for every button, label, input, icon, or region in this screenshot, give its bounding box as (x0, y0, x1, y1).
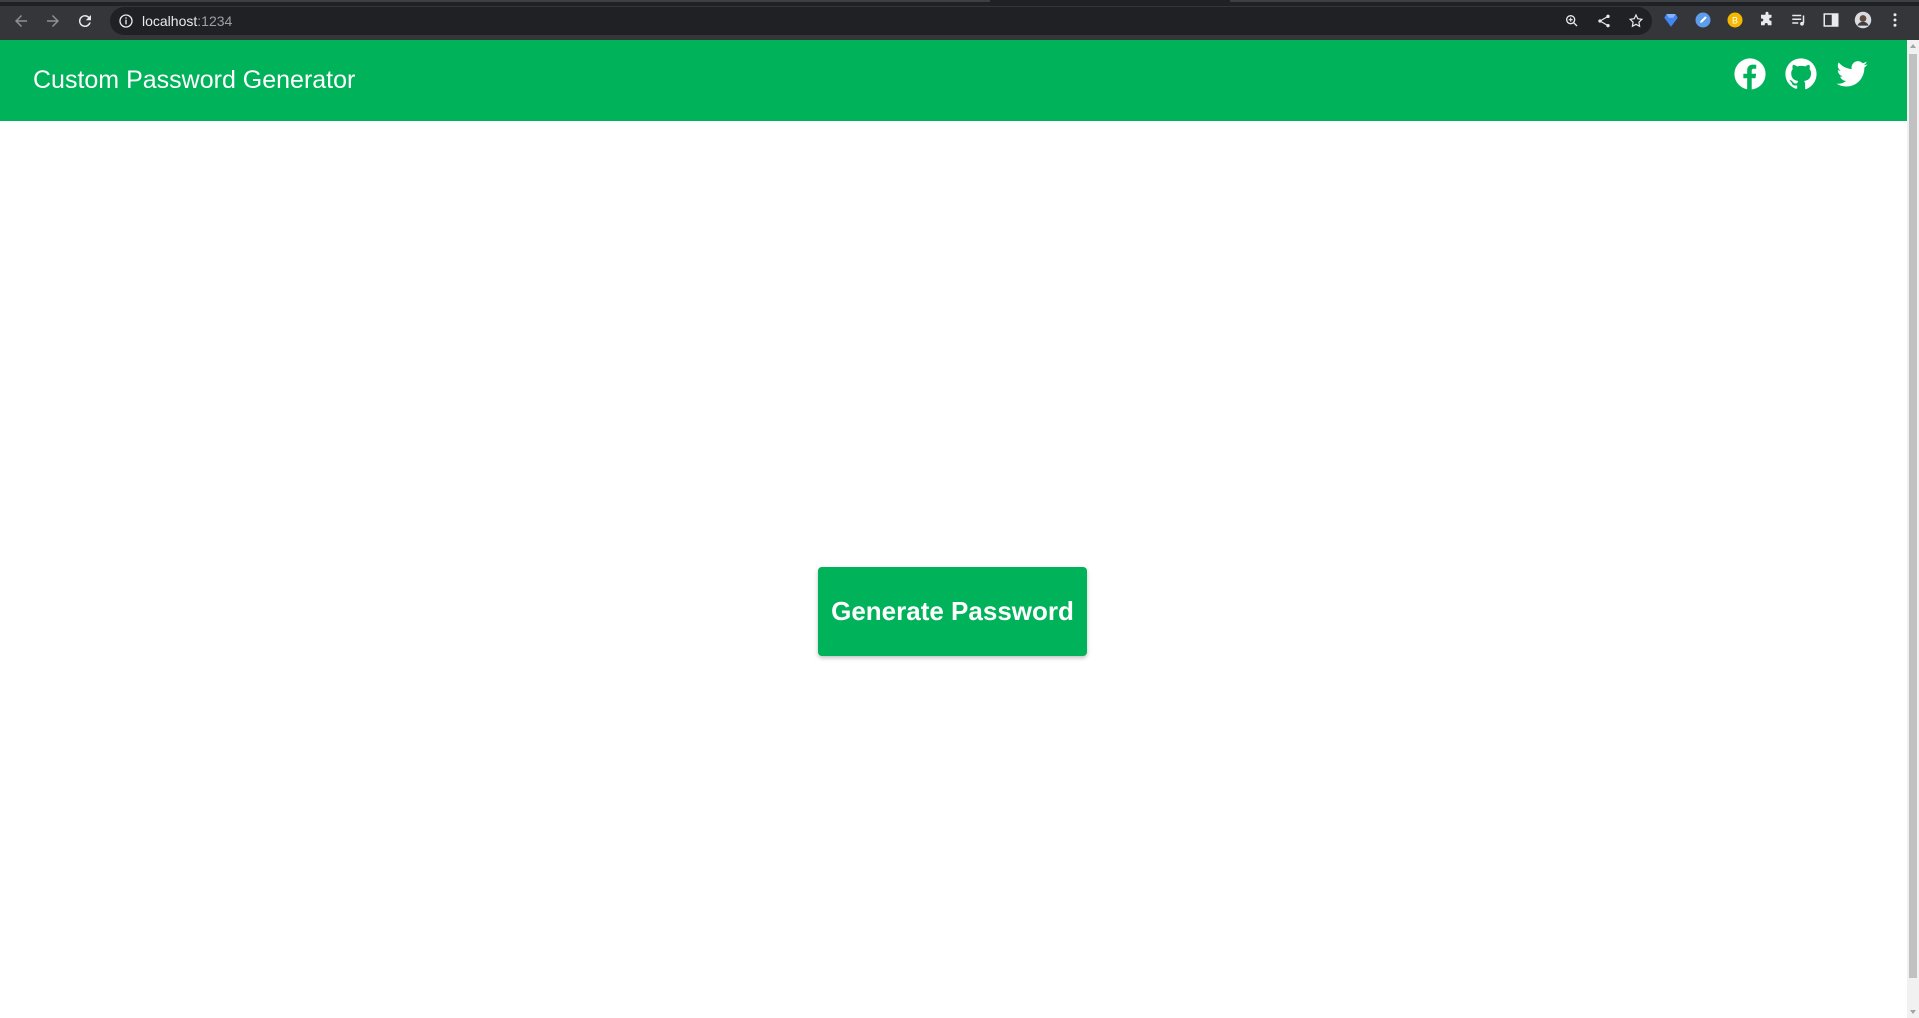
side-panel-button[interactable] (1820, 9, 1842, 31)
page-scrollbar[interactable] (1907, 40, 1919, 1018)
generate-password-button[interactable]: Generate Password (818, 567, 1087, 656)
reload-button[interactable] (72, 8, 98, 34)
app-header: Custom Password Generator (0, 40, 1907, 121)
arrow-right-icon (47, 15, 59, 27)
facebook-icon (1734, 58, 1766, 90)
reload-icon (78, 15, 91, 28)
extensions-bar: B (1660, 9, 1906, 31)
address-bar-actions (1562, 11, 1646, 31)
zoom-icon (1566, 14, 1578, 27)
extension-blue-button[interactable] (1692, 9, 1714, 31)
side-panel-icon (1823, 13, 1839, 27)
star-icon (1628, 13, 1644, 28)
scrollbar-thumb[interactable] (1909, 54, 1917, 978)
media-controls-button[interactable] (1788, 9, 1810, 31)
playlist-icon (1792, 14, 1805, 26)
facebook-link[interactable] (1733, 57, 1767, 91)
extensions-button[interactable] (1756, 9, 1778, 31)
forward-button[interactable] (40, 8, 66, 34)
pen-circle-icon (1695, 12, 1711, 28)
coin-icon: B (1727, 12, 1743, 28)
address-bar[interactable]: localhost:1234 (110, 7, 1652, 35)
browser-menu-button[interactable] (1884, 9, 1906, 31)
back-button[interactable] (8, 8, 34, 34)
browser-toolbar: localhost:1234 B (0, 0, 1919, 40)
extension-coin-button[interactable]: B (1724, 9, 1746, 31)
share-icon (1598, 14, 1610, 28)
scroll-down-icon[interactable] (1910, 1010, 1916, 1014)
share-button[interactable] (1594, 11, 1614, 31)
info-icon[interactable] (118, 13, 134, 29)
tab-strip-segment (0, 0, 990, 2)
more-vertical-icon (1893, 13, 1897, 27)
avatar-icon (1854, 11, 1872, 29)
twitter-icon (1836, 61, 1868, 87)
profile-avatar[interactable] (1852, 9, 1874, 31)
extension-gem-button[interactable] (1660, 9, 1682, 31)
twitter-link[interactable] (1835, 57, 1869, 91)
github-icon (1785, 58, 1817, 90)
gem-icon (1664, 14, 1678, 27)
arrow-left-icon (15, 15, 27, 27)
github-link[interactable] (1784, 57, 1818, 91)
app-title: Custom Password Generator (33, 66, 356, 94)
tab-strip-segment (1230, 0, 1919, 2)
main-content: Generate Password (0, 121, 1907, 1018)
social-links (1733, 57, 1869, 91)
tab-strip (0, 0, 1919, 6)
puzzle-icon (1761, 11, 1772, 26)
zoom-button[interactable] (1562, 11, 1582, 31)
scroll-up-icon[interactable] (1910, 44, 1916, 48)
url-port: :1234 (197, 13, 233, 29)
url-host: localhost (142, 13, 198, 29)
svg-text:B: B (1732, 15, 1738, 25)
bookmark-button[interactable] (1626, 11, 1646, 31)
url-text[interactable]: localhost:1234 (142, 13, 232, 29)
